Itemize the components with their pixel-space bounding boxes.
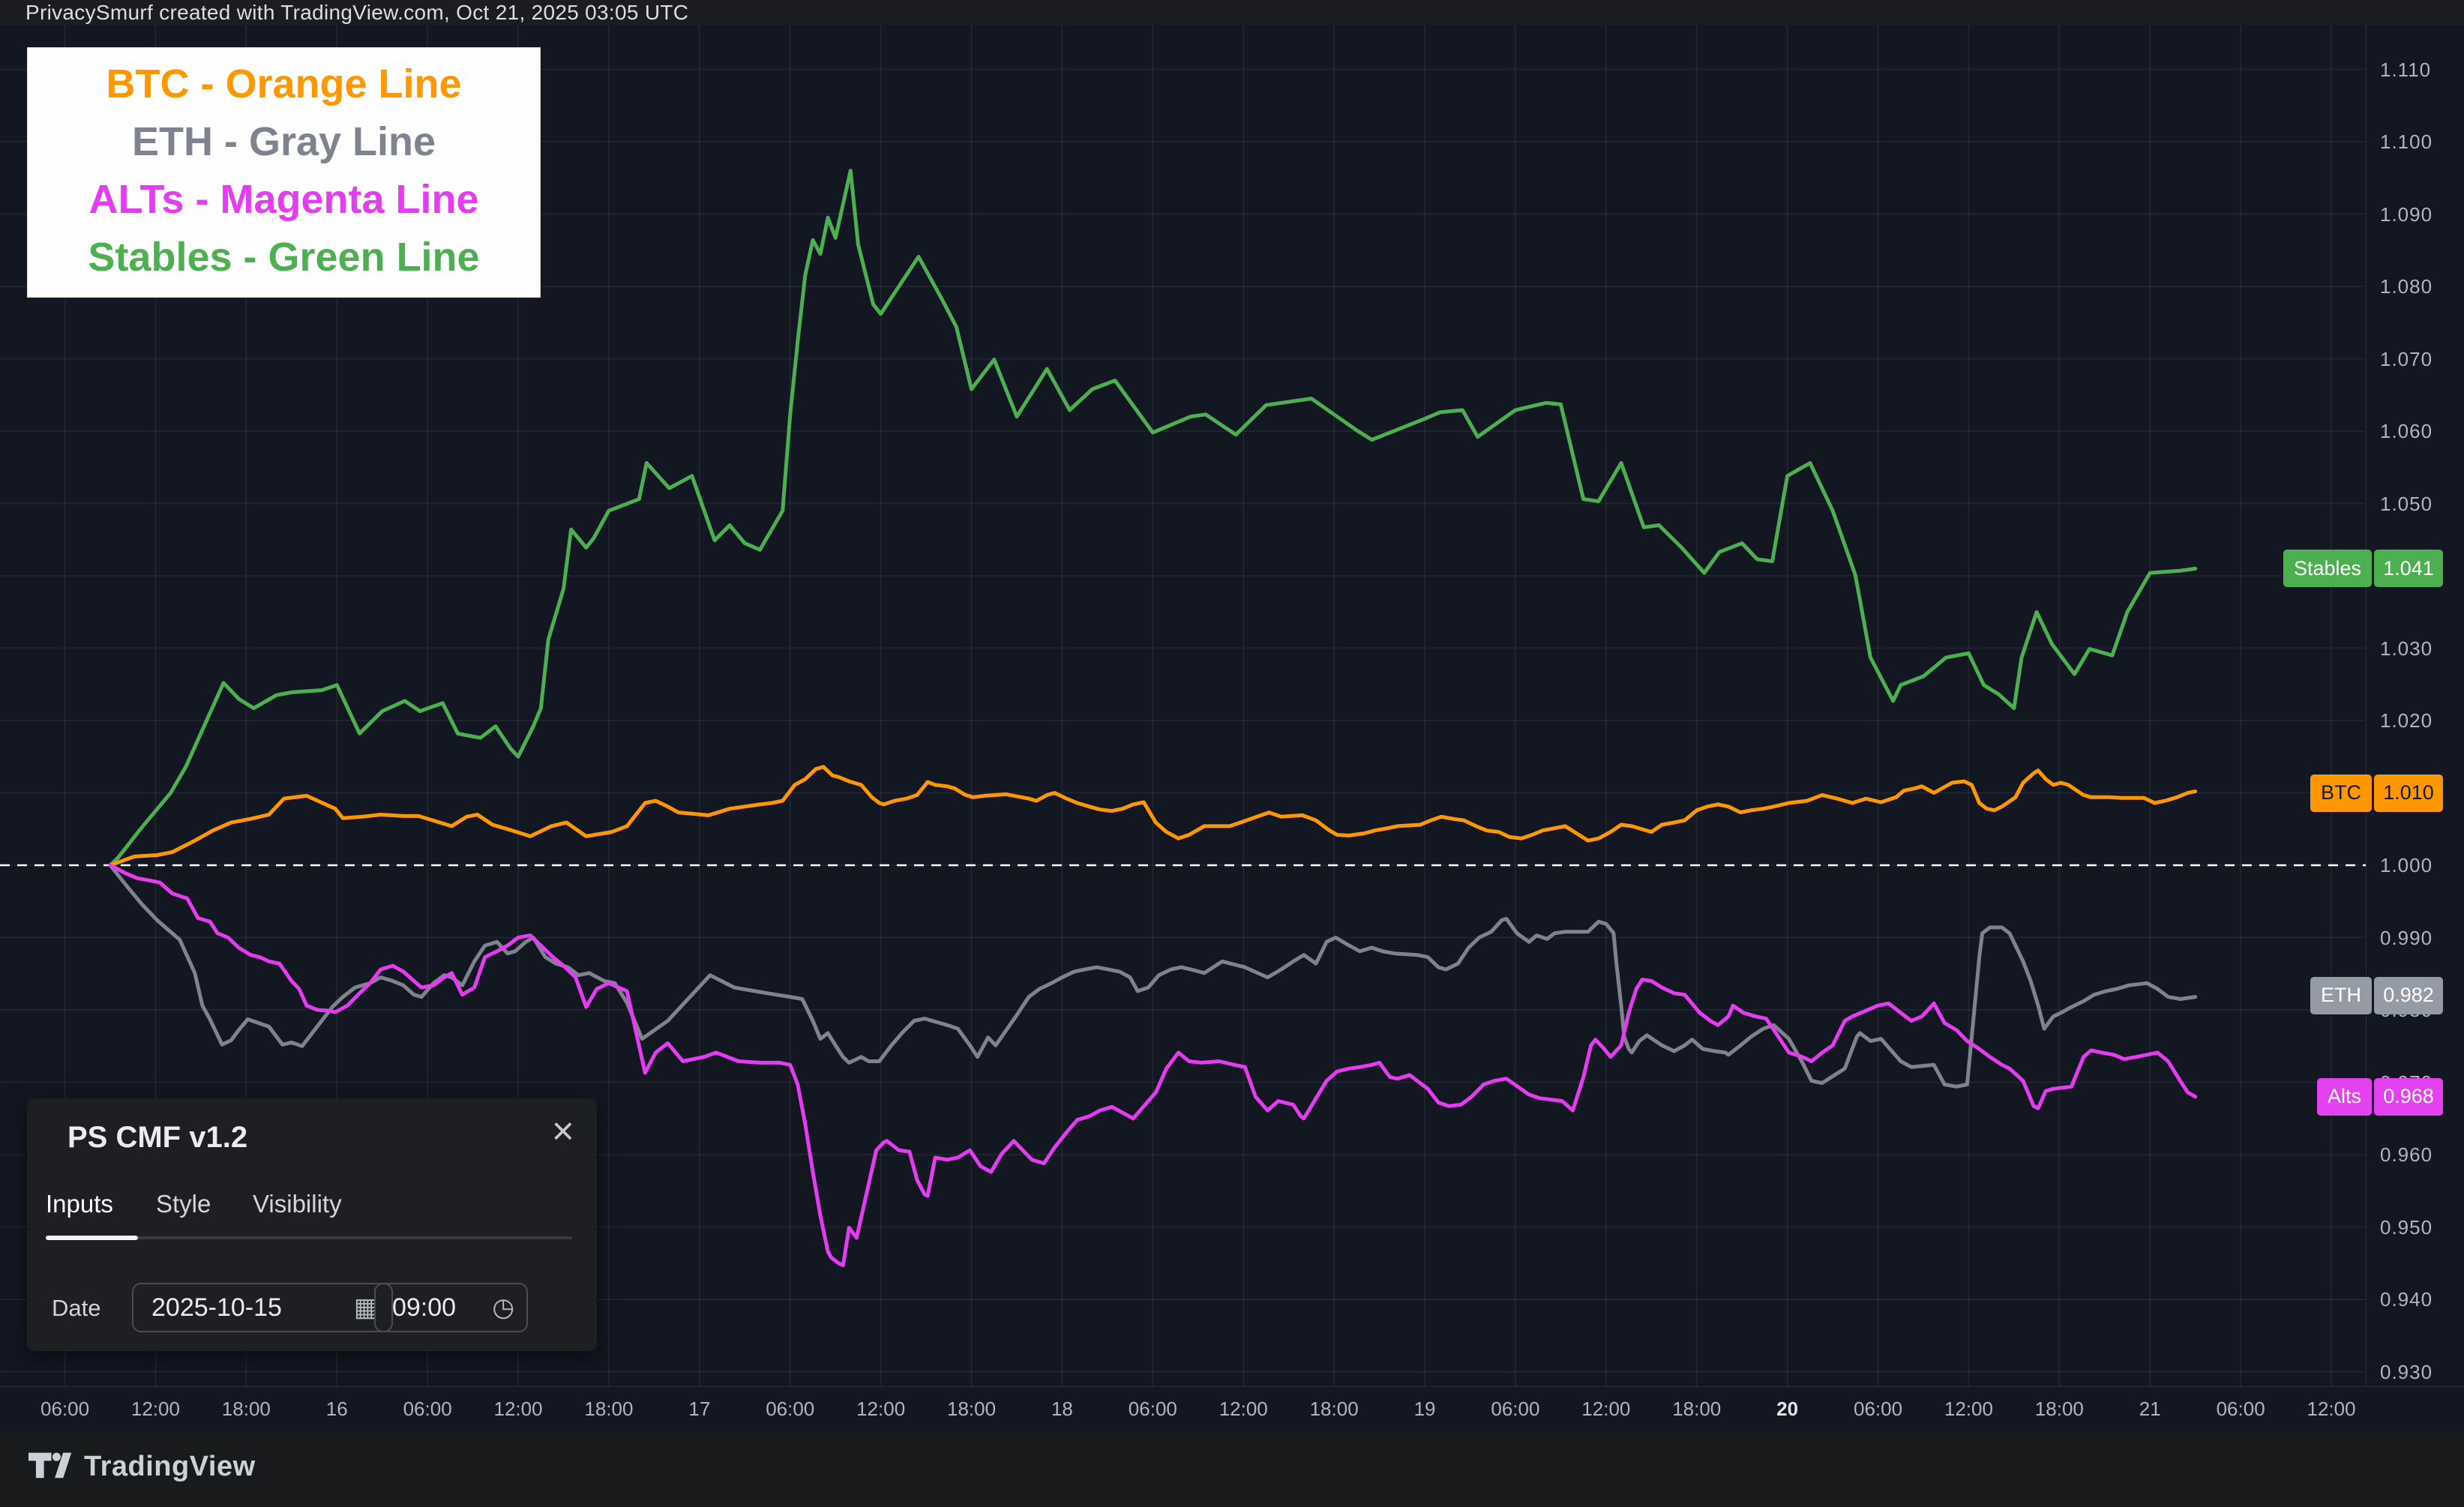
legend-item: Stables - Green Line (88, 235, 480, 280)
price-tick-label: 1.030 (2380, 637, 2433, 660)
price-tick-label: 1.080 (2380, 275, 2433, 298)
time-input[interactable]: 09:00 ◷ (374, 1283, 528, 1332)
date-field-label: Date (52, 1295, 101, 1321)
clock-icon[interactable]: ◷ (492, 1293, 514, 1323)
time-tick-label: 18:00 (221, 1398, 271, 1420)
time-axis[interactable]: 06:00 12:00 18:00 16 06:00 12:00 18:00 17 06:00 1… (0, 1386, 2464, 1431)
time-tick-label: 12:00 (493, 1398, 543, 1420)
time-tick-label: 12:00 (130, 1398, 180, 1420)
indicator-settings-dialog: PS CMF v1.2 × Inputs Style Visibility Da… (27, 1098, 597, 1351)
close-icon[interactable]: × (552, 1112, 574, 1151)
price-tick-label: 1.060 (2380, 420, 2433, 442)
time-tick-label: 06:00 (1128, 1398, 1177, 1420)
tradingview-window: PrivacySmurf created with TradingView.co… (0, 0, 2464, 1507)
time-tick-label: 21 (2139, 1398, 2161, 1420)
tab-inputs[interactable]: Inputs (46, 1190, 113, 1218)
time-tick-label: 18:00 (584, 1398, 634, 1420)
time-tick-label: 06:00 (1854, 1398, 1903, 1420)
price-axis[interactable]: 1.110 1.100 1.090 1.080 1.070 1.060 1.050 1.040… (2366, 25, 2464, 1386)
title-bar: PrivacySmurf created with TradingView.co… (0, 0, 2464, 25)
time-tick-label: 12:00 (1944, 1398, 1993, 1420)
time-tick-label: 18:00 (1309, 1398, 1359, 1420)
time-tick-label: 18:00 (2034, 1398, 2084, 1420)
time-tick-label: 12:00 (1581, 1398, 1631, 1420)
price-tick-label: 1.070 (2380, 347, 2433, 370)
tradingview-mark-icon (28, 1452, 72, 1479)
tab-visibility[interactable]: Visibility (253, 1190, 342, 1218)
price-tick-label: 0.990 (2380, 926, 2433, 949)
price-tick-label: 1.000 (2380, 854, 2433, 876)
price-tick-label: 1.050 (2380, 492, 2433, 515)
time-value: 09:00 (392, 1293, 457, 1322)
time-tick-label: 12:00 (856, 1398, 906, 1420)
chart-legend: BTC - Orange Line ETH - Gray Line ALTs - M… (27, 47, 541, 298)
time-tick-label: 06:00 (403, 1398, 452, 1420)
time-tick-label: 06:00 (1491, 1398, 1540, 1420)
price-tick-label: 1.100 (2380, 130, 2433, 153)
time-tick-label: 06:00 (40, 1398, 90, 1420)
price-tick-label: 0.930 (2380, 1360, 2433, 1383)
time-tick-label: 17 (688, 1398, 711, 1420)
legend-item: BTC - Orange Line (106, 61, 462, 106)
time-tick-label: 20 (1776, 1398, 1799, 1420)
price-tick-label: 1.020 (2380, 709, 2433, 732)
price-tick-label: 0.980 (2380, 999, 2433, 1021)
tab-style[interactable]: Style (156, 1190, 211, 1218)
footer-bar: TradingView (0, 1431, 2464, 1507)
time-tick-label: 12:00 (1219, 1398, 1268, 1420)
price-tick-label: 0.960 (2380, 1143, 2433, 1166)
price-tick-label: 0.940 (2380, 1288, 2433, 1311)
legend-item: ALTs - Magenta Line (88, 177, 479, 222)
time-tick-label: 19 (1413, 1398, 1436, 1420)
time-tick-label: 12:00 (2307, 1398, 2356, 1420)
attribution-text: PrivacySmurf created with TradingView.co… (25, 1, 689, 24)
date-value: 2025-10-15 (151, 1293, 282, 1322)
legend-item: ETH - Gray Line (131, 119, 436, 164)
time-tick-label: 18 (1051, 1398, 1073, 1420)
tab-active-underline (46, 1236, 138, 1240)
date-input[interactable]: 2025-10-15 ▦ (132, 1283, 393, 1332)
time-tick-label: 16 (325, 1398, 348, 1420)
price-tick-label: 1.090 (2380, 202, 2433, 226)
price-tick-label: 0.970 (2380, 1071, 2433, 1094)
dialog-title: PS CMF v1.2 (67, 1121, 248, 1154)
price-tick-label: 0.950 (2380, 1215, 2433, 1239)
time-tick-label: 06:00 (766, 1398, 815, 1420)
tradingview-wordmark: TradingView (84, 1450, 256, 1482)
time-tick-label: 18:00 (1672, 1398, 1722, 1420)
tradingview-logo[interactable]: TradingView (28, 1450, 256, 1483)
time-tick-label: 18:00 (947, 1398, 997, 1420)
price-tick-label: 1.010 (2380, 781, 2433, 804)
price-tick-label: 1.110 (2380, 58, 2432, 81)
time-tick-label: 06:00 (2216, 1398, 2265, 1420)
price-tick-label: 1.040 (2380, 565, 2433, 587)
